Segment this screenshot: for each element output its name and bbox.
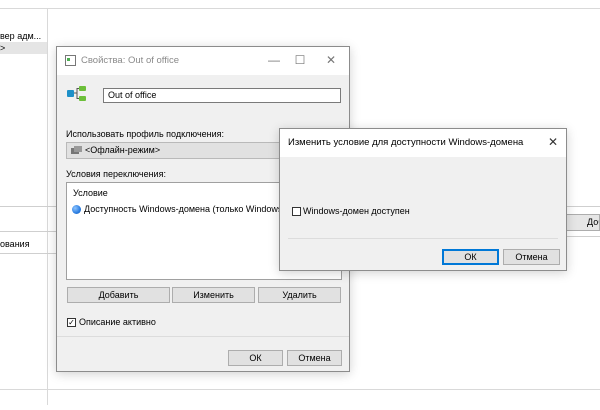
delete-button[interactable]: Удалить [258, 287, 341, 303]
profile-label: Использовать профиль подключения: [66, 129, 225, 139]
minimize-icon[interactable]: — [267, 53, 281, 67]
profile-switch-icon [67, 86, 86, 101]
condition-dialog: Изменить условие для доступности Windows… [279, 128, 567, 271]
background-sidebar-item-selected[interactable]: > [0, 42, 47, 54]
close-icon[interactable]: ✕ [546, 135, 560, 149]
add-button[interactable]: Добавить [67, 287, 170, 303]
cancel-button[interactable]: Отмена [503, 249, 560, 265]
condition-dialog-title: Изменить условие для доступности Windows… [288, 137, 524, 148]
ok-button[interactable]: ОК [442, 249, 499, 265]
conditions-label: Условия переключения: [66, 169, 166, 179]
background-divider [0, 253, 56, 254]
background-divider [566, 206, 600, 207]
background-top-border [0, 8, 600, 9]
domain-available-checkbox[interactable] [292, 207, 301, 216]
maximize-icon[interactable]: ☐ [293, 53, 307, 67]
close-icon[interactable]: ✕ [324, 53, 338, 67]
globe-icon [72, 205, 81, 214]
background-label: ования [0, 239, 30, 249]
condition-footer-divider [288, 238, 558, 239]
background-divider [0, 231, 56, 232]
background-divider [0, 206, 56, 207]
condition-titlebar: Изменить условие для доступности Windows… [280, 129, 566, 157]
background-sidebar-item[interactable]: вер адм... [0, 30, 47, 42]
profile-select[interactable]: <Офлайн-режим> [66, 142, 304, 159]
footer-divider [57, 336, 349, 337]
window-icon [65, 55, 76, 66]
active-checkbox[interactable]: ✓ [67, 318, 76, 327]
background-bottom-border [0, 389, 600, 390]
properties-titlebar: Свойства: Out of office — ☐ ✕ [57, 47, 349, 75]
active-checkbox-label: Описание активно [79, 317, 156, 327]
cancel-button[interactable]: Отмена [287, 350, 342, 366]
background-sidebar [0, 9, 48, 405]
description-name-field[interactable]: Out of office [103, 88, 341, 103]
edit-button[interactable]: Изменить [172, 287, 255, 303]
condition-item-label: Доступность Windows-домена (только Windo… [84, 204, 286, 214]
background-divider [566, 236, 600, 237]
domain-available-label: Windows-домен доступен [303, 206, 410, 216]
profile-select-value: <Офлайн-режим> [85, 145, 161, 155]
offline-profile-icon [71, 146, 82, 154]
properties-title: Свойства: Out of office [81, 55, 180, 66]
ok-button[interactable]: ОК [228, 350, 283, 366]
conditions-column-header[interactable]: Условие [73, 188, 108, 198]
background-add-button[interactable]: Доб [566, 214, 600, 231]
